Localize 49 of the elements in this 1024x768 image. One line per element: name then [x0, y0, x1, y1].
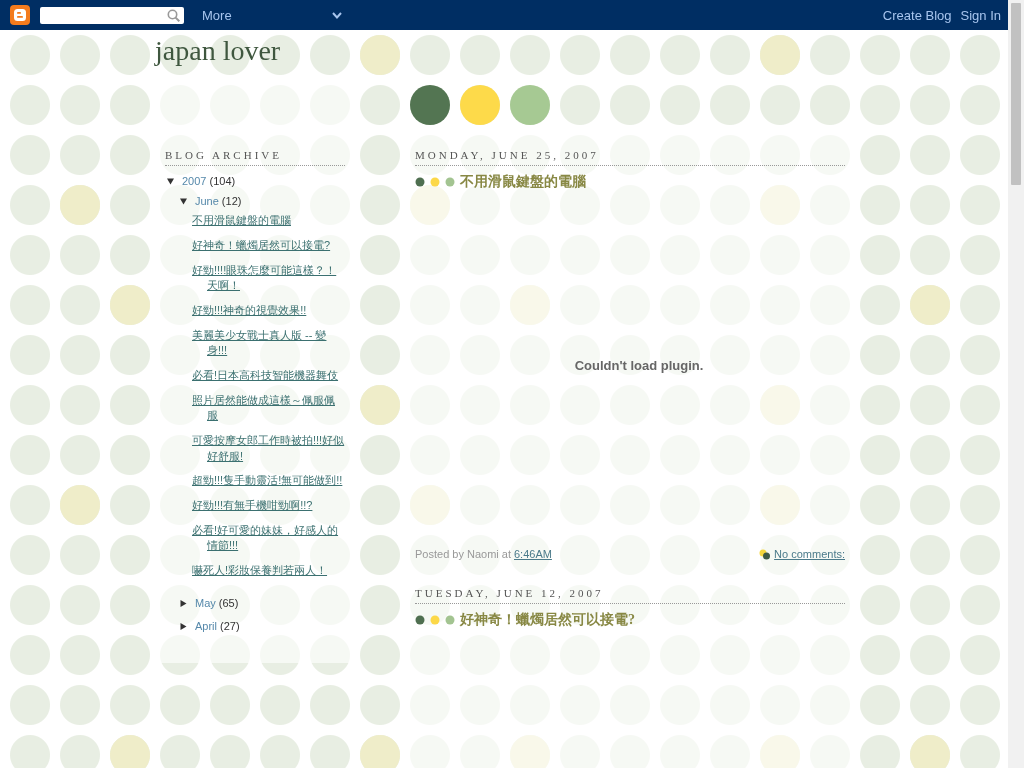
triangle-icon[interactable]: [180, 622, 187, 630]
post-count: (104): [209, 174, 236, 189]
plugin-error-text: Couldn't load plugin.: [574, 357, 704, 373]
triangle-icon[interactable]: [180, 599, 187, 607]
triangle-icon[interactable]: [167, 178, 174, 186]
post-byline: Posted by Naomi at: [415, 547, 511, 561]
blog-title: japan lover: [155, 35, 281, 66]
search-icon[interactable]: [167, 8, 180, 22]
header-dot: [510, 85, 550, 125]
navbar-link[interactable]: Create Blog: [882, 7, 952, 23]
logo-icon[interactable]: [10, 5, 30, 25]
more-menu-button[interactable]: More: [196, 4, 346, 26]
archive-post-link[interactable]: 好勁!!!!眼珠怎麼可能這樣？！天啊！: [192, 262, 345, 294]
archive-post-link[interactable]: 好勁!!!有無手機咁勁啊!!?: [192, 498, 313, 514]
post-count: (65): [218, 595, 239, 611]
post-title: 不用滑鼠鍵盤的電腦: [460, 173, 586, 191]
archive-link[interactable]: April: [195, 618, 217, 635]
scrollbar-thumb[interactable]: [1011, 3, 1021, 185]
archive-post-link[interactable]: 嚇死人!彩妝保養判若兩人！: [192, 563, 328, 579]
archive-post-link[interactable]: 必看!好可愛的妹妹，好感人的情節!!!: [192, 522, 345, 554]
archive-post-link[interactable]: 美麗美少女戰士真人版 -- 變身!!!: [192, 327, 345, 359]
post-count: (27): [220, 618, 240, 634]
post-title: 好神奇！蠟燭居然可以接電?: [460, 611, 635, 629]
archive-link[interactable]: May: [195, 595, 216, 612]
comments-link[interactable]: No comments:: [774, 547, 845, 561]
search-field[interactable]: [40, 6, 184, 24]
dots-bullet-icon: [415, 177, 455, 187]
chevron-down-icon: [332, 11, 342, 19]
scrollbar[interactable]: [1008, 0, 1024, 768]
archive-link[interactable]: June: [195, 193, 219, 209]
header-dot: [410, 85, 450, 125]
archive-post-link[interactable]: 照片居然能做成這樣～佩服佩服: [192, 392, 345, 424]
triangle-icon[interactable]: [180, 197, 187, 205]
post-time-link[interactable]: 6:46AM: [514, 547, 552, 561]
archive-post-link[interactable]: 不用滑鼠鍵盤的電腦: [192, 213, 291, 229]
archive-link[interactable]: 2007: [182, 174, 207, 190]
archive-post-link[interactable]: 超勁!!!隻手動靈活!無可能做到!!: [192, 473, 343, 489]
post-count: (12): [221, 193, 242, 209]
navbar-link[interactable]: Sign In: [960, 7, 1001, 23]
header-dot: [460, 85, 500, 125]
post-date: MONDAY, JUNE 25, 2007: [415, 149, 599, 161]
archive-post-link[interactable]: 必看!日本高科技智能機器舞伎: [192, 368, 339, 384]
comment-dots-icon: [759, 548, 772, 560]
sidebar-heading: BLOG ARCHIVE: [165, 149, 282, 161]
archive-post-link[interactable]: 好神奇！蠟燭居然可以接電?: [192, 237, 331, 254]
archive-post-link[interactable]: 可愛按摩女郎工作時被拍!!!好似好舒服!: [192, 433, 345, 465]
post-date: TUESDAY, JUNE 12, 2007: [415, 587, 604, 599]
dots-bullet-icon: [415, 615, 455, 625]
archive-post-link[interactable]: 好勁!!!神奇的視覺效果!!: [192, 302, 307, 319]
